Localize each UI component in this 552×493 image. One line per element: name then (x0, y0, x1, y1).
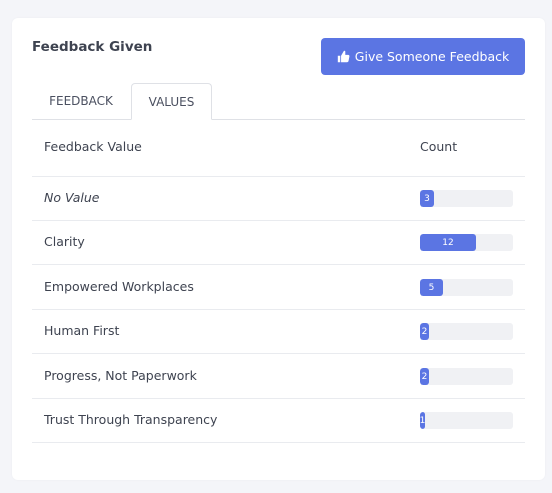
feedback-value-label: Trust Through Transparency (44, 412, 218, 427)
feedback-value-label: Human First (44, 323, 120, 338)
feedback-given-card: Feedback Given Give Someone Feedback FEE… (12, 18, 545, 480)
feedback-value-label: Progress, Not Paperwork (44, 368, 197, 383)
card-title: Feedback Given (32, 39, 153, 55)
tab-feedback[interactable]: FEEDBACK (32, 83, 130, 119)
table-row: No Value 3 (32, 177, 525, 221)
count-bar-track: 1 (420, 412, 513, 429)
tab-bar: FEEDBACK VALUES (32, 83, 525, 120)
count-bar: 1 (420, 412, 425, 429)
table-row: Trust Through Transparency 1 (32, 399, 525, 443)
column-header-feedback-value: Feedback Value (44, 139, 142, 154)
count-bar-track: 2 (420, 323, 513, 340)
feedback-value-label: Clarity (44, 234, 85, 249)
count-bar-track: 2 (420, 368, 513, 385)
count-bar-track: 5 (420, 279, 513, 296)
count-bar: 2 (420, 368, 429, 385)
give-feedback-button[interactable]: Give Someone Feedback (321, 38, 525, 75)
table-row: Human First 2 (32, 310, 525, 354)
tab-values[interactable]: VALUES (131, 83, 212, 120)
count-bar: 12 (420, 234, 476, 251)
table-row: Progress, Not Paperwork 2 (32, 355, 525, 399)
count-bar: 3 (420, 190, 434, 207)
table-row: Clarity 12 (32, 221, 525, 265)
count-bar-track: 12 (420, 234, 513, 251)
give-feedback-label: Give Someone Feedback (354, 49, 510, 64)
count-bar: 5 (420, 279, 443, 296)
feedback-value-label: No Value (44, 190, 100, 205)
table-header: Feedback Value Count (32, 120, 525, 177)
count-bar: 2 (420, 323, 429, 340)
feedback-value-label: Empowered Workplaces (44, 279, 194, 294)
thumbs-up-icon (337, 50, 350, 63)
table-row: Empowered Workplaces 5 (32, 266, 525, 310)
count-bar-track: 3 (420, 190, 513, 207)
column-header-count: Count (420, 139, 458, 154)
